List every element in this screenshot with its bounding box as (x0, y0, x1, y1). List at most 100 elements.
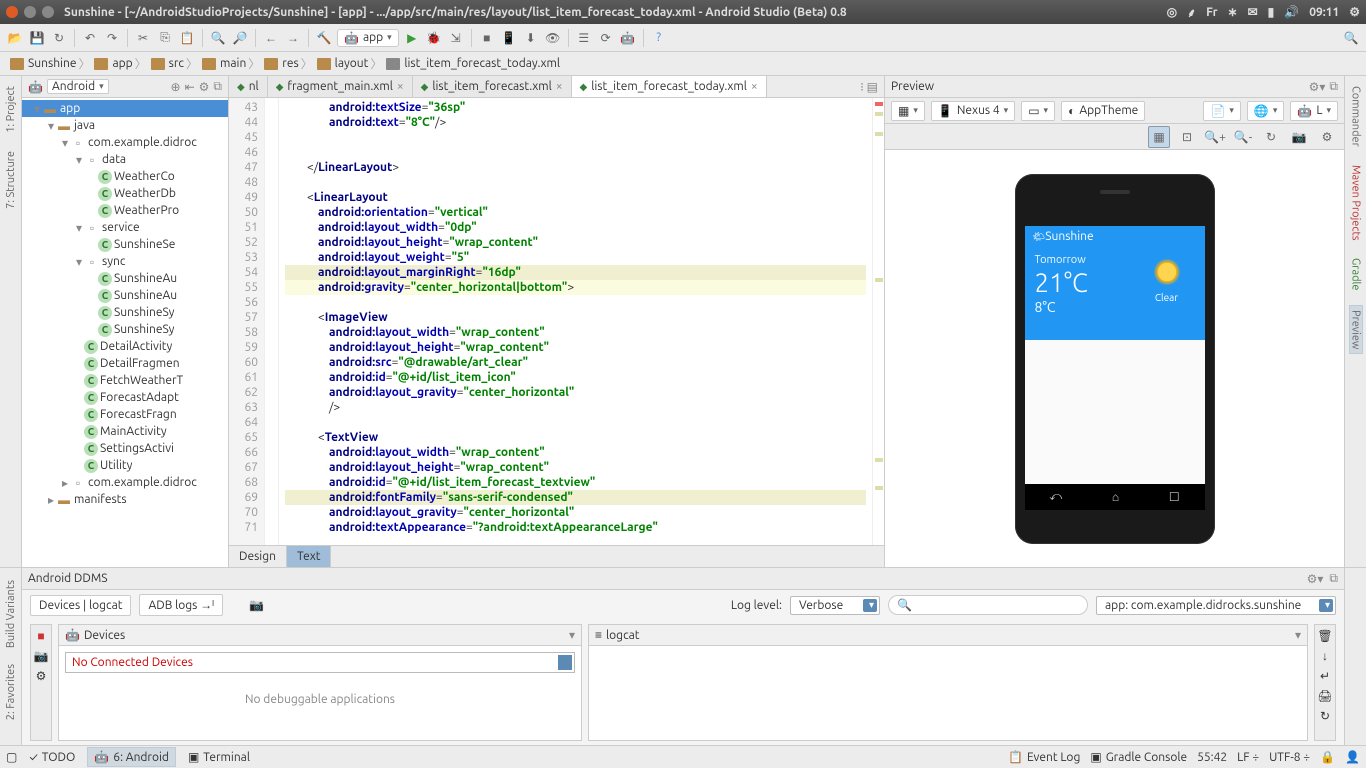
settings-icon[interactable]: ⚙ (1316, 126, 1338, 148)
wifi-icon[interactable]: ⸙ (1187, 4, 1196, 21)
tab-commander[interactable]: Commander (1350, 82, 1362, 151)
filter-selector[interactable]: app: com.example.didrocks.sunshine (1096, 596, 1336, 615)
tree-row[interactable]: CSettingsActivi (22, 440, 228, 457)
tab-preview[interactable]: Preview (1349, 305, 1363, 354)
tree-row[interactable]: CWeatherDb (22, 185, 228, 202)
editor-tab[interactable]: ◆list_item_forecast.xml× (413, 76, 572, 97)
debug-icon[interactable]: 🐞 (425, 29, 443, 47)
project-tree[interactable]: ▾▬app▾▬java▾▫com.example.didroc▾▫dataCWe… (22, 98, 228, 567)
bluetooth-icon[interactable]: ∗ (1228, 5, 1238, 19)
open-icon[interactable]: 📂 (6, 29, 24, 47)
run-icon[interactable]: ▶ (403, 29, 421, 47)
clock[interactable]: 09:11 (1309, 6, 1339, 19)
breadcrumb-item[interactable]: layout (313, 55, 377, 72)
hector-icon[interactable]: 👤 (1345, 750, 1360, 764)
breadcrumb-item[interactable]: main (198, 55, 254, 72)
refresh-icon[interactable]: ↻ (1260, 126, 1282, 148)
keyboard-lang[interactable]: Fr (1206, 6, 1217, 19)
android-tab[interactable]: 🤖 6: Android (87, 747, 176, 767)
editor-tab[interactable]: ◆list_item_forecast_today.xml× (572, 76, 767, 97)
api-selector[interactable]: 🤖L▾ (1290, 101, 1338, 121)
mail-icon[interactable]: ✉ (1248, 5, 1258, 19)
search-icon[interactable]: 🔍 (1342, 29, 1360, 47)
tab-maven[interactable]: Maven Projects (1350, 161, 1362, 245)
forward-icon[interactable]: → (284, 29, 302, 47)
make-icon[interactable]: 🔨 (315, 29, 333, 47)
replace-icon[interactable]: 🔎 (231, 29, 249, 47)
gradle-console-tab[interactable]: ▣ Gradle Console (1090, 750, 1187, 764)
gear-icon[interactable]: ⚙▾ (1307, 572, 1324, 586)
attach-icon[interactable]: ⇲ (447, 29, 465, 47)
battery-icon[interactable]: ▮ (1268, 5, 1275, 19)
theme-selector[interactable]: ◐AppTheme (1061, 101, 1145, 121)
volume-icon[interactable]: 🔊 (1284, 5, 1299, 19)
cursor-position[interactable]: 55:42 (1197, 751, 1227, 764)
run-config-selector[interactable]: 🤖 app ▾ (337, 29, 399, 47)
hide-icon[interactable]: ⧉ (213, 80, 222, 94)
monitor-icon[interactable]: 👁 (544, 29, 562, 47)
orientation-selector[interactable]: ▭▾ (1021, 101, 1055, 121)
tree-row[interactable]: CForecastAdapt (22, 389, 228, 406)
cut-icon[interactable]: ✂ (134, 29, 152, 47)
breadcrumb-item[interactable]: res (260, 55, 306, 72)
back-icon[interactable]: ← (262, 29, 280, 47)
sync-gradle-icon[interactable]: ⟳ (597, 29, 615, 47)
zoom-fit-icon[interactable]: ⊡ (1176, 126, 1198, 148)
tab-gradle[interactable]: Gradle (1350, 254, 1362, 295)
tab-structure[interactable]: 7: Structure (5, 147, 17, 213)
sdk-icon[interactable]: ⬇ (522, 29, 540, 47)
close-icon[interactable]: × (556, 80, 563, 93)
tree-row[interactable]: CUtility (22, 457, 228, 474)
line-ending[interactable]: LF ÷ (1237, 751, 1259, 764)
activity-selector[interactable]: 📄▾ (1203, 101, 1240, 121)
chrome-icon[interactable]: ◎ (1167, 5, 1177, 19)
gear-icon[interactable]: ⚙▾ (1309, 80, 1326, 94)
tree-row[interactable]: CWeatherCo (22, 168, 228, 185)
marker-stripe[interactable] (872, 98, 884, 545)
render-config[interactable]: ▦▾ (891, 101, 925, 121)
tree-row[interactable]: ▾▫sync (22, 253, 228, 270)
tree-row[interactable]: ▾▫com.example.didroc (22, 134, 228, 151)
error-marker[interactable] (875, 102, 883, 106)
save-icon[interactable]: 💾 (28, 29, 46, 47)
tree-row[interactable]: ▾▫service (22, 219, 228, 236)
power-icon[interactable]: ⚙ (1349, 5, 1360, 19)
device-selector[interactable]: 📱Nexus 4▾ (931, 101, 1015, 121)
device-selector[interactable]: No Connected Devices (65, 652, 575, 673)
tree-row[interactable]: ▾▫data (22, 151, 228, 168)
target-icon[interactable]: ⊕ (171, 80, 181, 94)
event-log-tab[interactable]: 📋 Event Log (1008, 750, 1080, 764)
zoom-out-icon[interactable]: 🔍- (1232, 126, 1254, 148)
stop-icon[interactable]: ■ (37, 629, 44, 643)
hide-icon[interactable]: ⧉ (1329, 572, 1338, 586)
select-icon[interactable]: ▦ (1148, 126, 1170, 148)
hide-icon[interactable]: ⧉ (1329, 80, 1338, 94)
warning-marker[interactable] (875, 486, 883, 490)
screenshot-icon[interactable]: 📷 (249, 598, 264, 612)
zoom-in-icon[interactable]: 🔍+ (1204, 126, 1226, 148)
breadcrumb-item[interactable]: src (147, 55, 192, 72)
scroll-icon[interactable]: ↓ (1322, 649, 1328, 663)
paste-icon[interactable]: 📋 (178, 29, 196, 47)
todo-tab[interactable]: ✓ TODO (29, 747, 75, 767)
help-icon[interactable]: ? (650, 29, 668, 47)
wrap-icon[interactable]: ↵ (1320, 669, 1330, 683)
undo-icon[interactable]: ↶ (81, 29, 99, 47)
tree-row[interactable]: CSunshineAu (22, 270, 228, 287)
encoding[interactable]: UTF-8 ÷ (1269, 751, 1310, 764)
redo-icon[interactable]: ↷ (103, 29, 121, 47)
android-icon[interactable]: 🤖 (619, 29, 637, 47)
project-view-selector[interactable]: Android ▾ (47, 79, 109, 94)
insert-mode-icon[interactable]: 🔒 (1320, 750, 1335, 764)
warning-marker[interactable] (875, 112, 883, 116)
tree-row[interactable]: ▸▬manifests (22, 491, 228, 508)
tree-row[interactable]: CSunshineAu (22, 287, 228, 304)
breadcrumb-item[interactable]: app (90, 55, 140, 72)
tab-favorites[interactable]: 2: Favorites (5, 660, 17, 724)
devices-logcat-tab[interactable]: Devices | logcat (30, 595, 131, 616)
close-icon[interactable]: × (751, 80, 758, 93)
gear-icon[interactable]: ⚙ (199, 80, 210, 94)
editor-tab[interactable]: ◆nl (229, 76, 268, 97)
tree-row[interactable]: CWeatherPro (22, 202, 228, 219)
logcat-body[interactable] (588, 646, 1308, 741)
